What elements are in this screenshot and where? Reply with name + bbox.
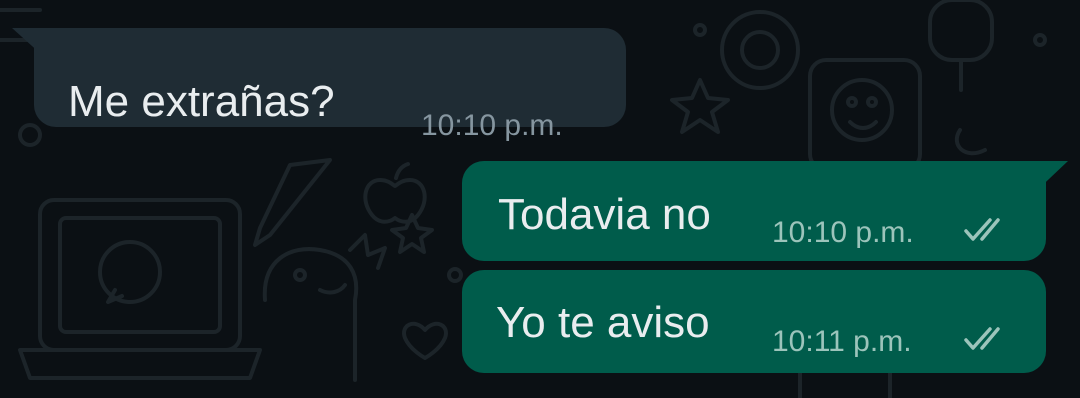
read-double-check-icon (964, 327, 1000, 350)
outgoing-message-bubble[interactable]: Todavia no 10:10 p.m. (462, 161, 1046, 261)
message-timestamp: 10:10 p.m. (421, 109, 563, 142)
message-text: Me extrañas? (68, 77, 335, 126)
message-text: Todavia no (498, 190, 711, 239)
message-timestamp: 10:11 p.m. (772, 325, 912, 358)
read-double-check-icon (964, 218, 1000, 241)
message-text: Yo te aviso (496, 298, 710, 347)
outgoing-message-bubble[interactable]: Yo te aviso 10:11 p.m. (462, 270, 1046, 373)
message-timestamp: 10:10 p.m. (772, 216, 914, 249)
incoming-message-bubble[interactable]: Me extrañas? 10:10 p.m. (34, 28, 626, 141)
